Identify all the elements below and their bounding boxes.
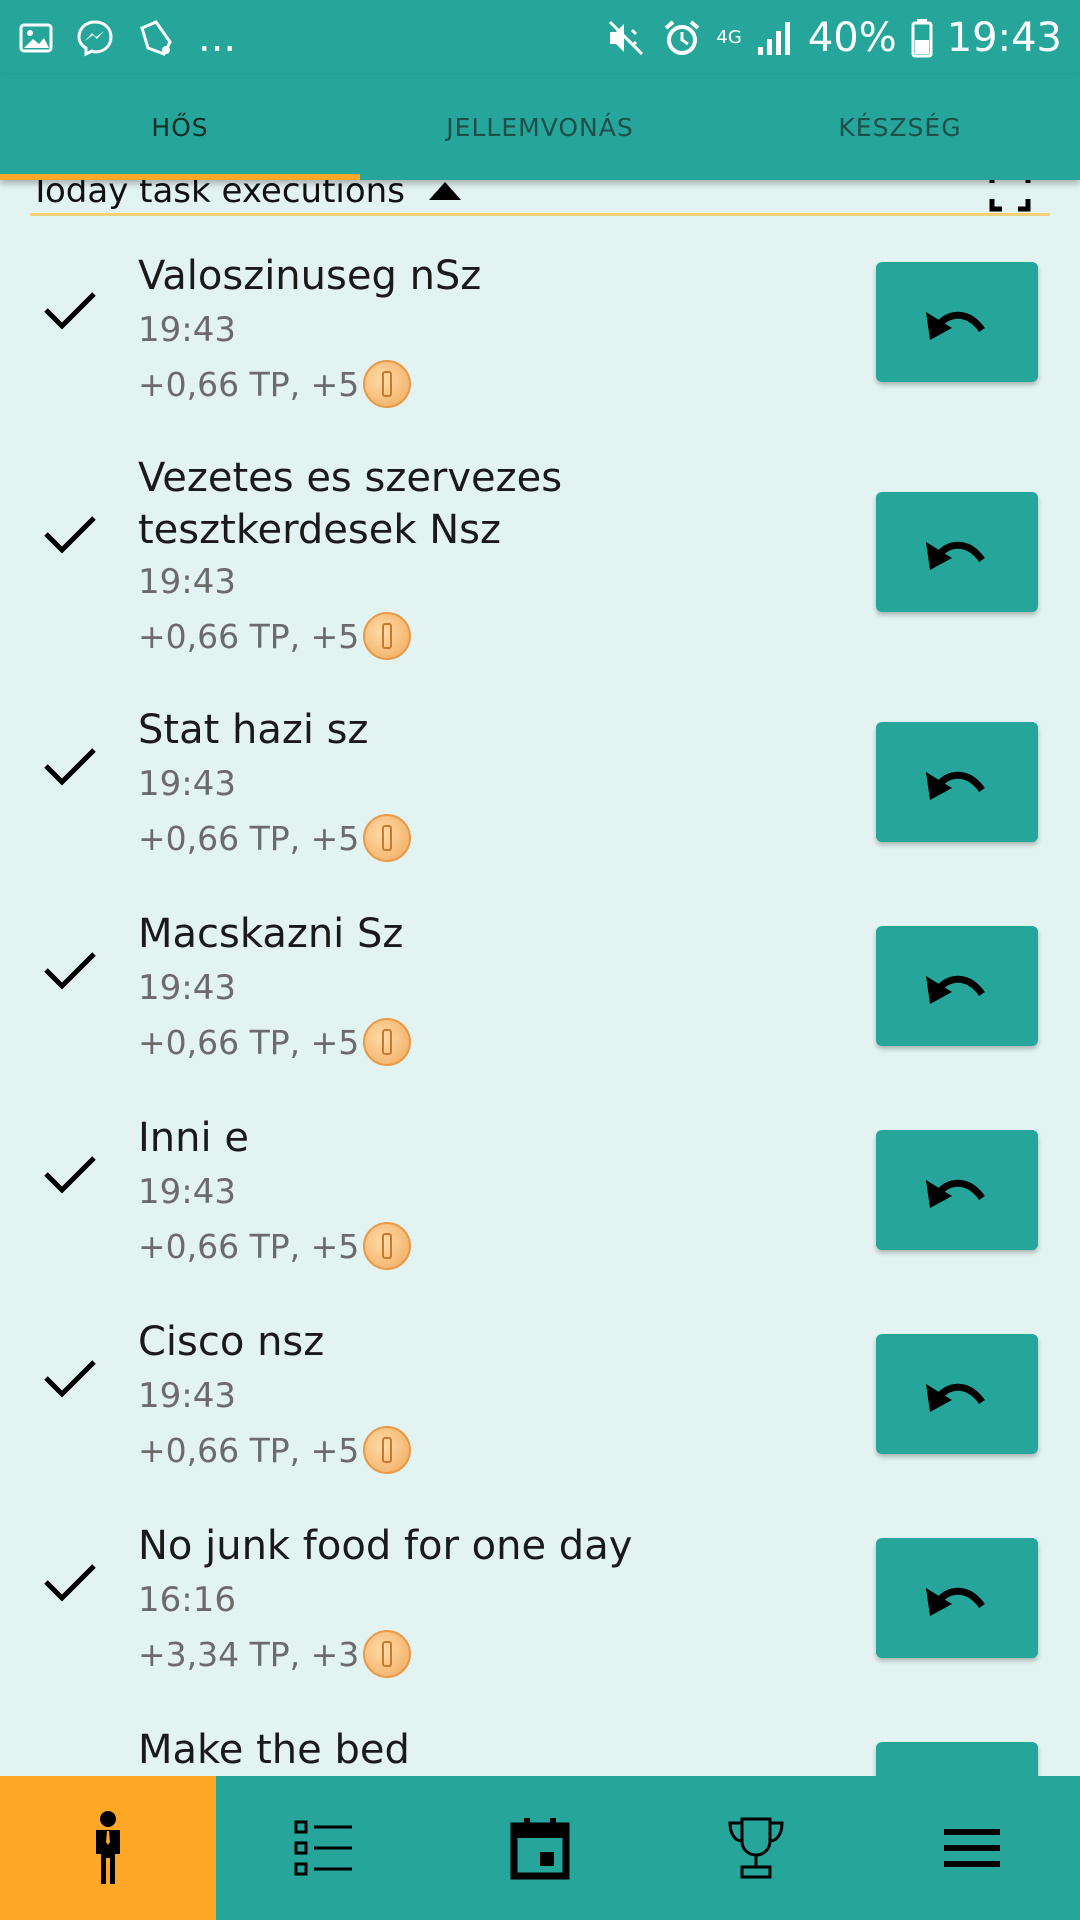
undo-icon [926, 1587, 985, 1616]
undo-button[interactable] [876, 1538, 1038, 1658]
coin-icon [363, 1018, 412, 1066]
tab-jellemvonas-label: JELLEMVONÁS [446, 113, 634, 142]
nav-trophies[interactable] [648, 1776, 864, 1920]
check-icon [44, 1564, 96, 1602]
coin-icon [363, 1222, 412, 1270]
task-reward-text: +0,66 TP, +5 [138, 1226, 360, 1266]
undo-icon [926, 1179, 985, 1208]
check-icon [44, 1360, 96, 1398]
task-reward: +0,66 TP, +5 [138, 1426, 412, 1474]
undo-icon [926, 1383, 985, 1412]
task-reward: +0,66 TP, +5 [138, 1222, 412, 1270]
top-tabs: HŐS JELLEMVONÁS KÉSZSÉG [0, 75, 1080, 180]
more-notifications: ... [198, 14, 237, 61]
task-list-icon [294, 1820, 352, 1876]
signal-icon [757, 21, 790, 55]
bottom-navigation [0, 1776, 1080, 1920]
check-icon [44, 1156, 96, 1194]
tab-jellemvonas[interactable]: JELLEMVONÁS [360, 75, 720, 180]
sleep-notification-icon [140, 19, 172, 56]
network-type: 4G [716, 26, 742, 48]
undo-icon [926, 975, 985, 1004]
fullscreen-icon[interactable] [988, 180, 1032, 213]
vibrate-mute-icon [609, 20, 644, 55]
task-reward-text: +0,66 TP, +5 [138, 818, 360, 858]
nav-tasks[interactable] [216, 1776, 432, 1920]
hero-person-icon [96, 1811, 120, 1884]
check-icon [44, 516, 96, 554]
undo-icon [926, 311, 985, 340]
tab-keszseg-label: KÉSZSÉG [838, 113, 962, 142]
undo-icon [926, 771, 985, 800]
task-time: 19:43 [138, 1172, 236, 1212]
messenger-notification-icon [77, 19, 113, 56]
task-name: Make the bed [138, 1727, 410, 1773]
task-name: Vezetes es szervezes tesztkerdesek Nsz [138, 455, 563, 553]
section-title: Today task executions [30, 180, 405, 211]
task-execution-list[interactable]: Today task executions Valoszinuseg nSz 1… [0, 180, 1080, 1776]
status-clock: 19:43 [946, 14, 1062, 61]
task-reward-text: +0,66 TP, +5 [138, 616, 360, 656]
task-reward: +0,66 TP, +5 [138, 814, 412, 862]
collapse-arrow-icon[interactable] [428, 181, 461, 200]
task-time: 19:43 [138, 310, 236, 350]
task-time: 19:43 [138, 1376, 236, 1416]
menu-icon [944, 1829, 1000, 1867]
undo-icon [926, 541, 985, 570]
task-reward-text: +3,34 TP, +3 [138, 1634, 360, 1674]
undo-button[interactable] [876, 1742, 1038, 1776]
task-name: No junk food for one day [138, 1523, 633, 1569]
undo-button[interactable] [876, 262, 1038, 382]
coin-icon [363, 1426, 412, 1474]
task-name: Valoszinuseg nSz [138, 253, 482, 299]
check-icon [44, 292, 96, 330]
task-reward: +0,66 TP, +5 [138, 612, 412, 660]
tab-hos-label: HŐS [151, 113, 209, 142]
status-bar: ... 4G 40% 19:43 [0, 0, 1080, 75]
undo-button[interactable] [876, 926, 1038, 1046]
check-icon [44, 748, 96, 786]
alarm-icon [665, 19, 700, 55]
task-name: Inni e [138, 1115, 249, 1161]
nav-calendar[interactable] [432, 1776, 648, 1920]
battery-percent: 40% [807, 14, 897, 61]
coin-icon [363, 814, 412, 862]
task-reward: +0,66 TP, +5 [138, 1018, 412, 1066]
calendar-icon [510, 1818, 570, 1880]
undo-button[interactable] [876, 722, 1038, 842]
nav-menu[interactable] [864, 1776, 1080, 1920]
task-time: 16:16 [138, 1580, 236, 1620]
coin-icon [363, 612, 412, 660]
task-name: Stat hazi sz [138, 707, 369, 753]
battery-icon [911, 18, 933, 57]
task-reward-text: +0,66 TP, +5 [138, 1430, 360, 1470]
tab-hos[interactable]: HŐS [0, 75, 360, 180]
task-time: 19:43 [138, 968, 236, 1008]
task-name: Macskazni Sz [138, 911, 404, 957]
gallery-notification-icon [19, 23, 53, 52]
trophy-icon [728, 1817, 784, 1879]
coin-icon [363, 1630, 412, 1678]
task-reward-text: +0,66 TP, +5 [138, 364, 360, 404]
tab-keszseg[interactable]: KÉSZSÉG [720, 75, 1080, 180]
undo-button[interactable] [876, 492, 1038, 612]
section-header[interactable]: Today task executions [30, 180, 1050, 216]
task-reward: +3,34 TP, +3 [138, 1630, 412, 1678]
task-time: 19:43 [138, 562, 236, 602]
undo-button[interactable] [876, 1130, 1038, 1250]
coin-icon [363, 360, 412, 408]
check-icon [44, 952, 96, 990]
nav-hero[interactable] [0, 1776, 216, 1920]
task-name: Cisco nsz [138, 1319, 325, 1365]
task-reward: +0,66 TP, +5 [138, 360, 412, 408]
undo-button[interactable] [876, 1334, 1038, 1454]
task-time: 19:43 [138, 764, 236, 804]
task-reward-text: +0,66 TP, +5 [138, 1022, 360, 1062]
app-root: { "status_bar": { "battery": "40%", "clo… [0, 0, 1080, 1920]
